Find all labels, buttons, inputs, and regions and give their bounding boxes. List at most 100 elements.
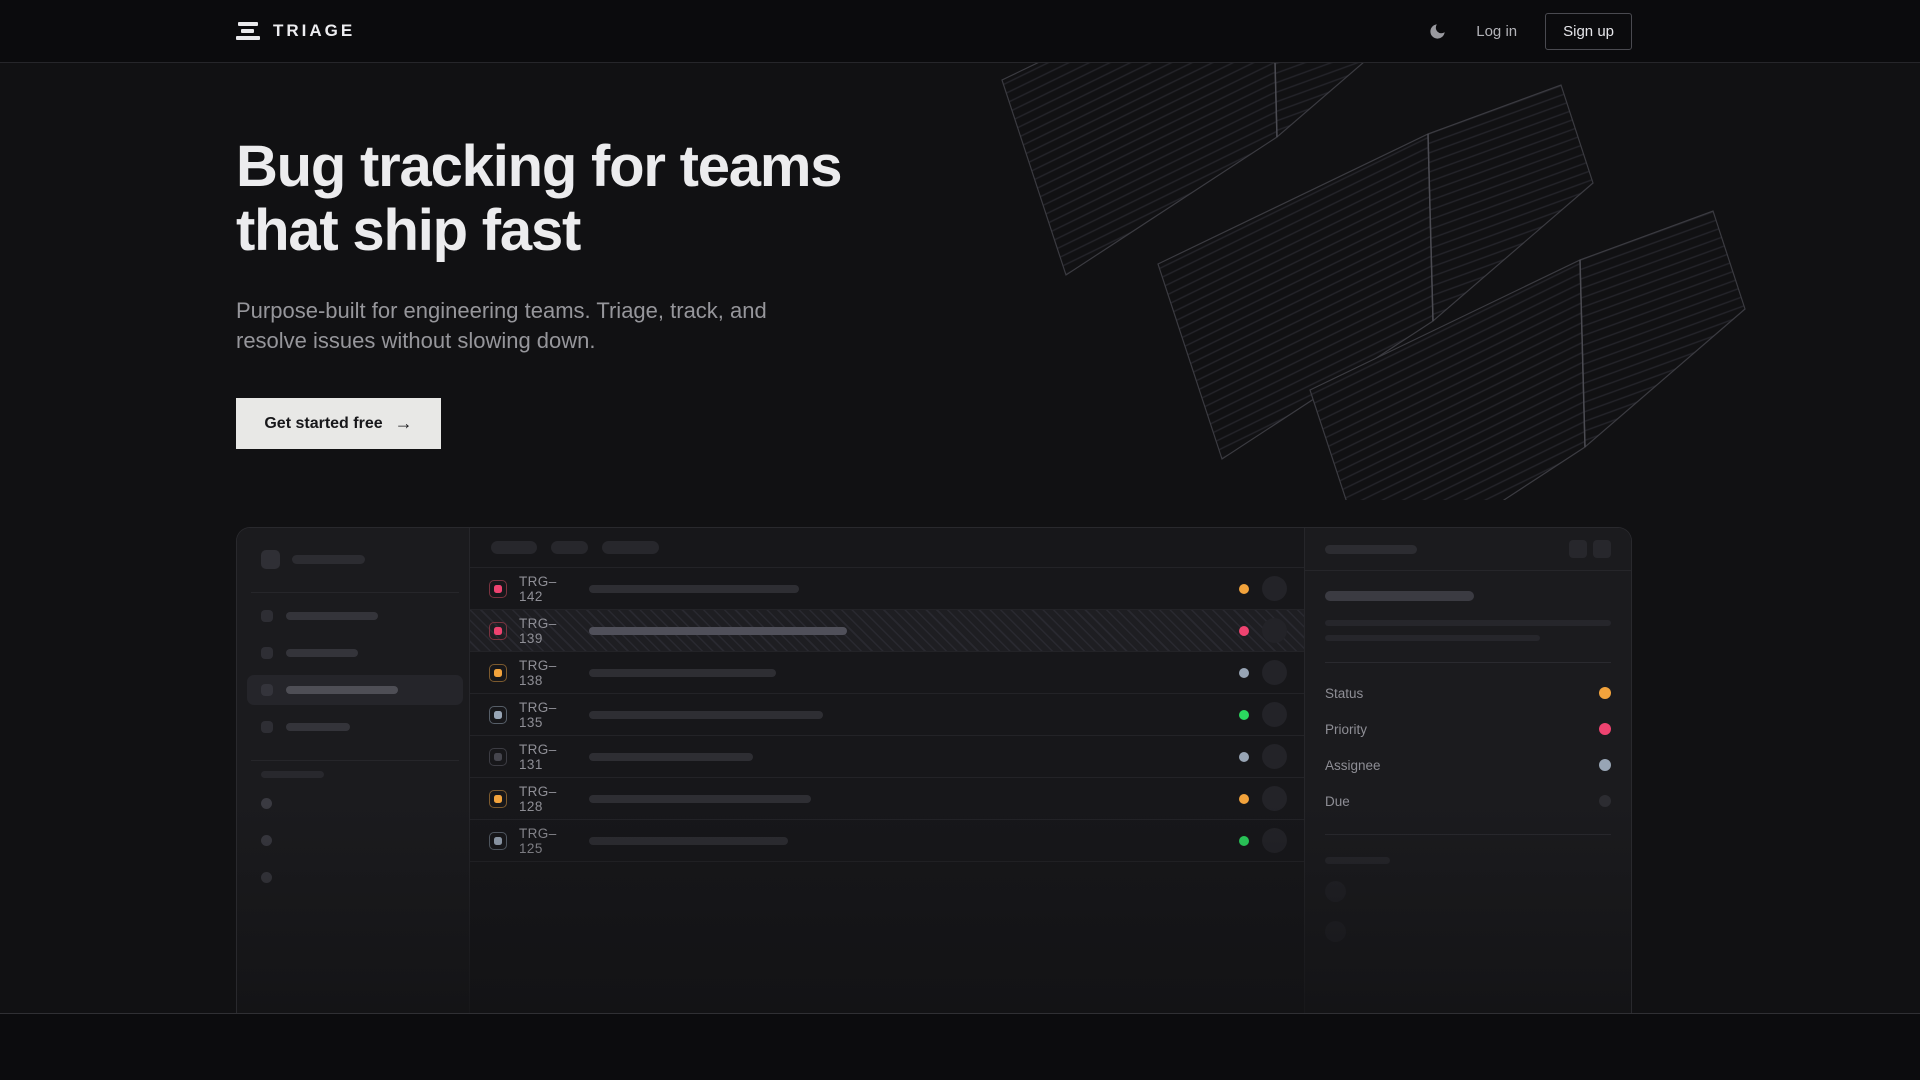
property-row: Priority [1325, 711, 1611, 747]
issue-row: TRG–142 [470, 568, 1304, 610]
brand-name: TRIAGE [273, 21, 355, 41]
detail-panel-header [1305, 528, 1631, 571]
sidebar-nav-skeleton [247, 601, 463, 742]
issue-avatar [1262, 702, 1287, 727]
property-value-dot [1599, 759, 1611, 771]
issue-priority-icon [489, 748, 507, 766]
sidebar-divider [251, 592, 459, 593]
issue-priority-icon [489, 622, 507, 640]
detail-description-skeleton [1325, 635, 1540, 641]
mockup-detail-panel: Status Priority Assignee Due [1304, 528, 1631, 1013]
property-value-dot [1599, 723, 1611, 735]
issue-id: TRG–139 [519, 616, 575, 646]
issue-status-dot [1239, 584, 1249, 594]
mockup-issue-list: TRG–142 TRG–139 TRG–138 TRG–135 [470, 528, 1304, 1013]
detail-header-buttons-skeleton [1569, 540, 1611, 558]
issue-id: TRG–135 [519, 700, 575, 730]
sidebar-section-label-skeleton [261, 771, 324, 778]
detail-activity-label-skeleton [1325, 857, 1390, 864]
detail-header-button-skeleton [1593, 540, 1611, 558]
detail-divider [1325, 834, 1611, 835]
get-started-button[interactable]: Get started free → [236, 398, 441, 449]
filter-pill-skeleton [602, 541, 659, 554]
sidebar-dot-skeleton [261, 835, 272, 846]
sidebar-dots-skeleton [261, 798, 456, 883]
activity-avatar-skeleton [1325, 881, 1346, 902]
issue-row: TRG–128 [470, 778, 1304, 820]
top-nav: TRIAGE Log in Sign up [0, 0, 1920, 63]
sidebar-divider [251, 760, 459, 761]
sidebar-nav-skeleton-item [247, 638, 463, 668]
property-label: Priority [1325, 722, 1367, 737]
detail-divider [1325, 662, 1611, 663]
issue-priority-icon [489, 832, 507, 850]
property-row: Due [1325, 783, 1611, 819]
issue-status-dot [1239, 836, 1249, 846]
issue-avatar [1262, 576, 1287, 601]
triage-bars-icon [236, 21, 260, 41]
mockup-sidebar [237, 528, 470, 1013]
issue-id: TRG–138 [519, 658, 575, 688]
issue-row-selected: TRG–139 [470, 610, 1304, 652]
sidebar-dot-skeleton [261, 872, 272, 883]
issue-status-dot [1239, 752, 1249, 762]
issue-title-skeleton [589, 711, 823, 719]
hero-title-line-2: that ship fast [236, 199, 841, 263]
issue-avatar [1262, 744, 1287, 769]
wireframe-decoration [990, 63, 1770, 500]
issue-row: TRG–138 [470, 652, 1304, 694]
filter-pill-skeleton [551, 541, 588, 554]
property-row: Assignee [1325, 747, 1611, 783]
property-label: Status [1325, 686, 1363, 701]
activity-avatar-skeleton [1325, 921, 1346, 942]
issue-status-dot [1239, 794, 1249, 804]
workspace-avatar-skeleton [261, 550, 280, 569]
issue-status-dot [1239, 626, 1249, 636]
issue-title-skeleton [589, 627, 847, 635]
property-label: Due [1325, 794, 1350, 809]
issue-priority-icon [489, 790, 507, 808]
property-value-dot [1599, 795, 1611, 807]
issue-title-skeleton [589, 585, 799, 593]
nav-actions: Log in Sign up [1428, 13, 1632, 50]
property-label: Assignee [1325, 758, 1381, 773]
brand-logo[interactable]: TRIAGE [236, 21, 355, 41]
sidebar-nav-skeleton-item-active [247, 675, 463, 705]
issue-id: TRG–131 [519, 742, 575, 772]
detail-header-button-skeleton [1569, 540, 1587, 558]
issue-row: TRG–131 [470, 736, 1304, 778]
hero-subtitle-line-2: resolve issues without slowing down. [236, 326, 841, 356]
detail-description-skeleton [1325, 620, 1611, 626]
moon-icon [1428, 22, 1447, 41]
sidebar-nav-skeleton-item [247, 712, 463, 742]
sidebar-workspace-skeleton [261, 550, 456, 569]
filter-pill-skeleton [491, 541, 537, 554]
property-row: Status [1325, 675, 1611, 711]
sidebar-dot-skeleton [261, 798, 272, 809]
detail-title-skeleton [1325, 591, 1474, 601]
sidebar-nav-skeleton-item [247, 601, 463, 631]
signup-button[interactable]: Sign up [1545, 13, 1632, 50]
detail-header-skeleton [1325, 545, 1417, 554]
issue-avatar [1262, 660, 1287, 685]
hero-section: Bug tracking for teams that ship fast Pu… [236, 135, 841, 449]
issue-id: TRG–128 [519, 784, 575, 814]
issue-title-skeleton [589, 795, 811, 803]
hero-subtitle: Purpose-built for engineering teams. Tri… [236, 296, 841, 356]
footer [0, 1013, 1920, 1080]
issue-title-skeleton [589, 669, 776, 677]
theme-toggle-button[interactable] [1428, 21, 1448, 41]
issue-status-dot [1239, 668, 1249, 678]
issue-priority-icon [489, 706, 507, 724]
issue-priority-icon [489, 580, 507, 598]
issue-avatar [1262, 786, 1287, 811]
issue-title-skeleton [589, 837, 788, 845]
login-link[interactable]: Log in [1476, 23, 1517, 40]
issue-priority-icon [489, 664, 507, 682]
workspace-name-skeleton [292, 555, 365, 564]
issue-status-dot [1239, 710, 1249, 720]
app-mockup: TRG–142 TRG–139 TRG–138 TRG–135 [236, 527, 1632, 1013]
issue-row: TRG–125 [470, 820, 1304, 862]
detail-properties: Status Priority Assignee Due [1325, 675, 1611, 819]
hero-title-line-1: Bug tracking for teams [236, 135, 841, 199]
